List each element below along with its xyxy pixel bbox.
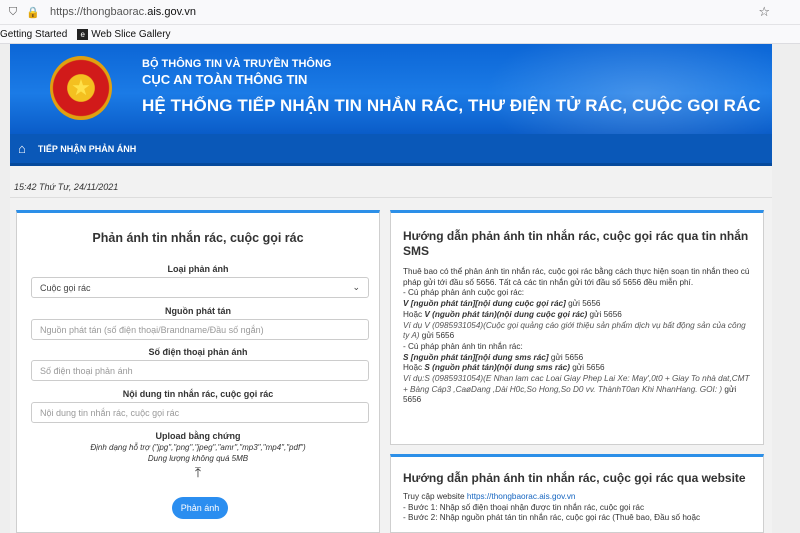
submit-report-button[interactable]: Phản ánh xyxy=(172,497,228,519)
lock-icon[interactable]: 🔒 xyxy=(26,5,40,19)
web-step-1: - Bước 1: Nhập số điện thoại nhận được t… xyxy=(403,502,645,512)
content-input[interactable]: Nội dung tin nhắn rác, cuộc gọi rác xyxy=(31,402,369,423)
upload-arrow-icon[interactable]: ⤒ xyxy=(17,464,379,481)
sms-syntax-2: Hoặc S (nguồn phát tán)(nội dung sms rác… xyxy=(403,363,605,373)
report-type-value: Cuộc gọi rác xyxy=(40,282,91,293)
home-icon[interactable]: ⌂ xyxy=(18,141,26,156)
sms-syntax-heading: - Cú pháp phản ánh tin nhắn rác: xyxy=(403,341,523,351)
source-label: Nguồn phát tán xyxy=(165,306,231,316)
call-example: Ví dụ V (0985931054)(Cuộc gọi quảng cáo … xyxy=(403,320,746,341)
website-link[interactable]: https://thongbaorac.ais.gov.vn xyxy=(467,492,576,501)
bookmark-getting-started[interactable]: Getting Started xyxy=(0,29,67,40)
web-access: Truy cập website https://thongbaorac.ais… xyxy=(403,492,576,501)
address-bar[interactable]: https://thongbaorac.ais.gov.vn xyxy=(50,6,758,18)
nav-item-report[interactable]: TIẾP NHẬN PHẢN ÁNH xyxy=(38,144,136,154)
report-form-panel: Phản ánh tin nhắn rác, cuộc gọi rác Loại… xyxy=(16,210,380,533)
national-emblem-icon: ★ xyxy=(50,56,112,120)
browser-toolbar: ⛉ 🔒 https://thongbaorac.ais.gov.vn ☆ xyxy=(0,0,800,25)
sms-example: Ví dụ:S (0985931054)(E Nhan lam cac Loai… xyxy=(403,374,750,405)
sms-syntax-1: S [nguồn phát tán][nội dung sms rác] gửi… xyxy=(403,352,584,362)
source-input[interactable]: Nguồn phát tán (số điện thoại/Brandname/… xyxy=(31,319,369,340)
agency-name: CỤC AN TOÀN THÔNG TIN xyxy=(142,72,308,87)
shield-icon[interactable]: ⛉ xyxy=(6,5,20,19)
chevron-down-icon: ⌄ xyxy=(352,282,360,292)
bookmark-star-icon[interactable]: ☆ xyxy=(758,4,770,20)
call-syntax-heading: - Cú pháp phản ánh cuộc gọi rác: xyxy=(403,288,525,298)
current-datetime: 15:42 Thứ Tư, 24/11/2021 xyxy=(14,182,119,192)
sms-guide-body: Thuê bao có thể phản ánh tin nhắn rác, c… xyxy=(403,267,751,406)
main-nav: ⌂ TIẾP NHẬN PHẢN ÁNH xyxy=(10,134,772,166)
page: ★ BỘ THÔNG TIN VÀ TRUYỀN THÔNG CỤC AN TO… xyxy=(0,44,800,533)
content-label: Nội dung tin nhắn rác, cuộc gọi rác xyxy=(122,389,274,399)
sms-guide-intro: Thuê bao có thể phản ánh tin nhắn rác, c… xyxy=(403,267,750,287)
web-step-2: - Bước 2: Nhập nguồn phát tán tin nhắn r… xyxy=(403,513,701,523)
upload-label[interactable]: Upload bằng chứng xyxy=(17,431,379,441)
sms-guide-panel: Hướng dẫn phản ánh tin nhắn rác, cuộc gọ… xyxy=(390,210,764,445)
report-type-select[interactable]: Cuộc gọi rác ⌄ xyxy=(31,277,369,298)
ministry-name: BỘ THÔNG TIN VÀ TRUYỀN THÔNG xyxy=(142,58,332,70)
call-syntax-1: V [nguồn phát tán][nội dung cuộc gọi rác… xyxy=(403,299,601,309)
divider xyxy=(10,197,772,198)
web-guide-title: Hướng dẫn phản ánh tin nhắn rác, cuộc gọ… xyxy=(403,471,746,485)
type-label: Loại phản ánh xyxy=(167,264,229,274)
site-banner: ★ BỘ THÔNG TIN VÀ TRUYỀN THÔNG CỤC AN TO… xyxy=(10,44,772,134)
form-title: Phản ánh tin nhắn rác, cuộc gọi rác xyxy=(92,231,304,245)
upload-limit: Dung lượng không quá 5MB xyxy=(147,454,249,463)
call-syntax-2: Hoặc V (nguồn phát tán)(nội dung cuộc gọ… xyxy=(403,309,622,319)
web-guide-panel: Hướng dẫn phản ánh tin nhắn rác, cuộc gọ… xyxy=(390,454,764,533)
phone-input[interactable]: Số điện thoại phản ánh xyxy=(31,360,369,381)
site-container: ★ BỘ THÔNG TIN VÀ TRUYỀN THÔNG CỤC AN TO… xyxy=(10,44,772,533)
sms-guide-title: Hướng dẫn phản ánh tin nhắn rác, cuộc gọ… xyxy=(403,229,749,258)
web-guide-body: Truy cập website https://thongbaorac.ais… xyxy=(403,492,751,524)
web-slice-icon: e xyxy=(77,28,89,40)
bookmark-web-slice-gallery[interactable]: e Web Slice Gallery xyxy=(77,28,171,40)
bookmarks-bar: Getting Started e Web Slice Gallery xyxy=(0,25,800,44)
phone-label: Số điện thoại phản ánh xyxy=(148,347,248,357)
system-title: HỆ THỐNG TIẾP NHẬN TIN NHẮN RÁC, THƯ ĐIỆ… xyxy=(142,96,761,115)
upload-formats: Định dạng hỗ trợ ("jpg","png","jpeg","am… xyxy=(90,443,306,452)
